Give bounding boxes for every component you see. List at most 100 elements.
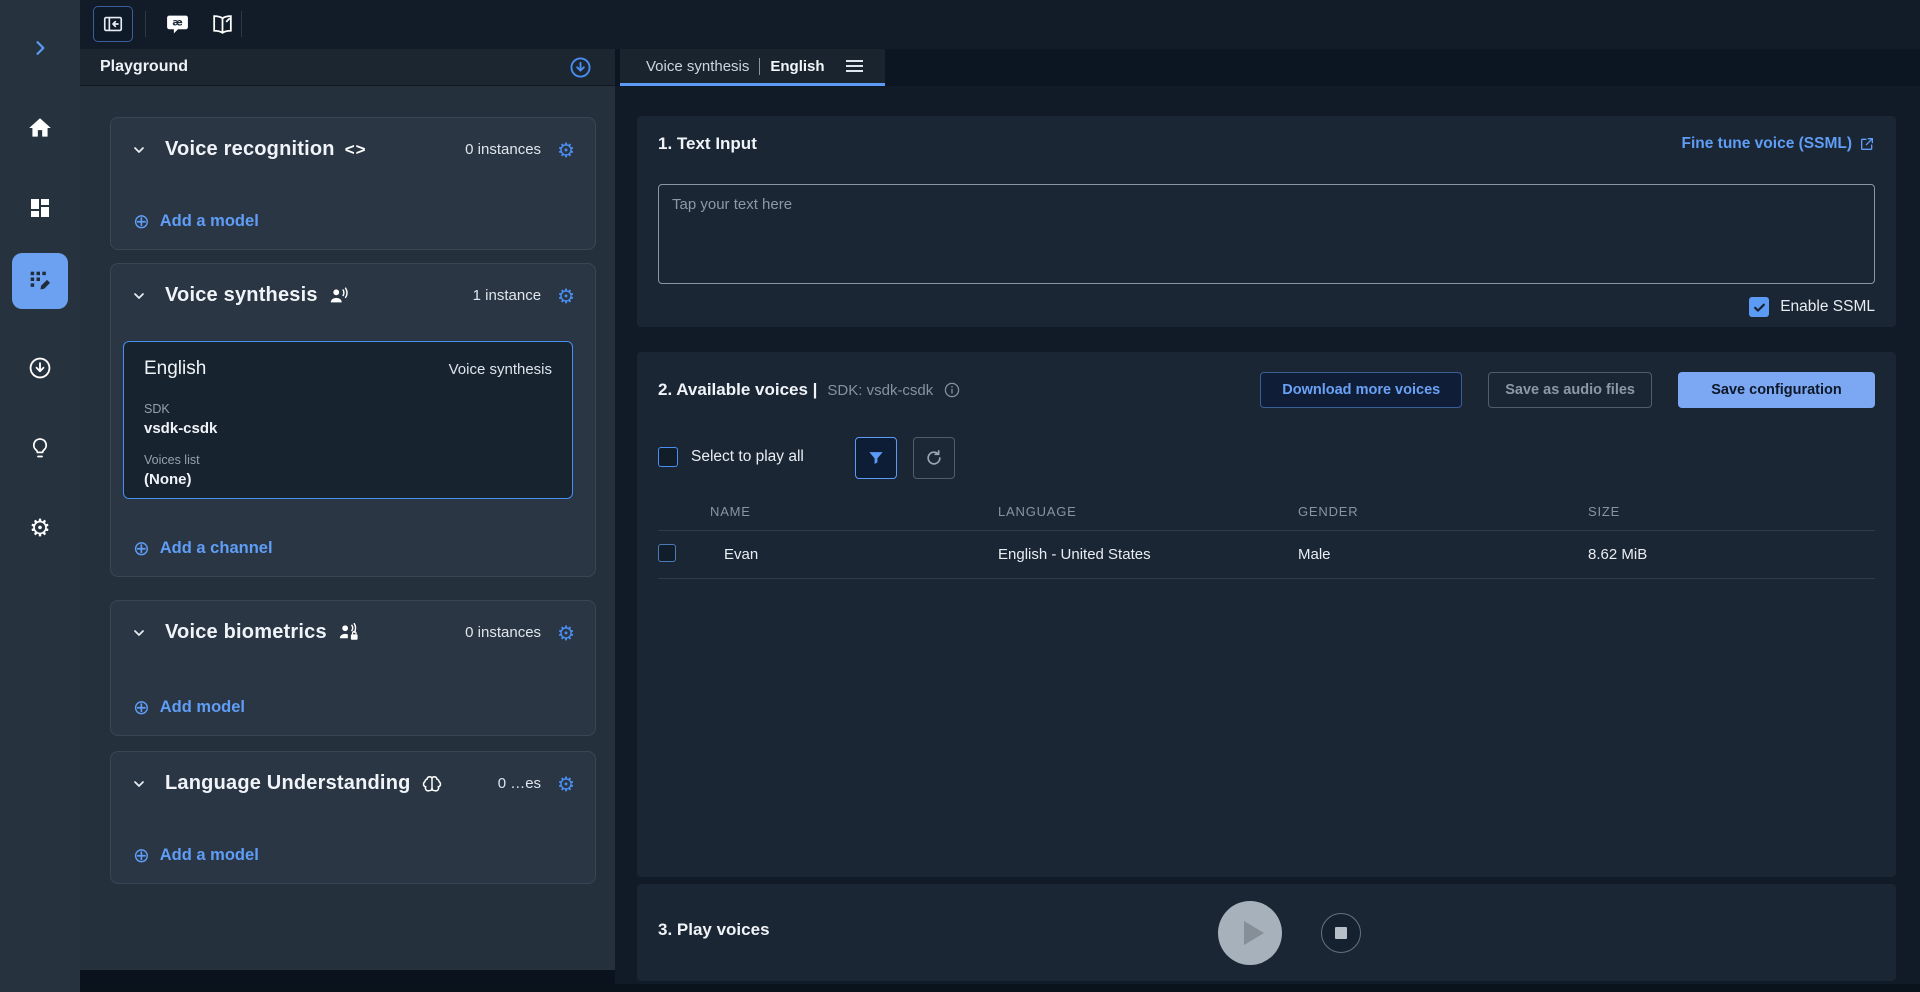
save-configuration-button[interactable]: Save configuration (1678, 372, 1875, 408)
voice-synthesis-icon (328, 285, 350, 307)
download-more-voices-button[interactable]: Download more voices (1260, 372, 1462, 408)
card-header: Voice biometrics 0 instances ⚙ (111, 601, 595, 644)
stop-button[interactable] (1321, 913, 1361, 953)
sdk-info-label: SDK: vsdk-csdk (827, 382, 933, 399)
toolbar-separator (241, 11, 242, 37)
card-voice-recognition: Voice recognition <> 0 instances ⚙ ⊕ Add… (110, 117, 596, 250)
card-voice-biometrics: Voice biometrics 0 instances ⚙ ⊕ Add mod… (110, 600, 596, 736)
tab-voice-synthesis-english[interactable]: Voice synthesis English (620, 49, 885, 86)
toolbar-separator (145, 11, 146, 37)
chevron-down-icon[interactable] (131, 625, 147, 641)
text-input-title: 1. Text Input (658, 134, 757, 154)
column-header-size: SIZE (1588, 504, 1875, 519)
expand-sidebar-button[interactable] (0, 28, 80, 68)
page-bottom-strip (80, 984, 1920, 992)
add-model-link[interactable]: ⊕ Add a model (133, 845, 259, 865)
row-checkbox[interactable] (658, 544, 676, 562)
add-channel-link[interactable]: ⊕ Add a channel (133, 538, 273, 558)
sidebar-item-home[interactable] (0, 108, 80, 148)
chevron-down-icon[interactable] (131, 288, 147, 304)
tab-instance-label: English (770, 58, 824, 75)
add-model-link[interactable]: ⊕ Add model (133, 697, 245, 717)
chevron-right-icon (30, 38, 50, 58)
instance-type: Voice synthesis (449, 361, 552, 378)
gear-icon[interactable]: ⚙ (557, 286, 575, 306)
collapse-panel-button[interactable] (93, 6, 133, 42)
table-row[interactable]: Evan English - United States Male 8.62 M… (658, 531, 1875, 578)
plus-circle-icon: ⊕ (133, 845, 150, 865)
card-title: Voice recognition (165, 138, 335, 161)
import-config-icon[interactable] (568, 55, 593, 80)
card-header: Voice synthesis 1 instance ⚙ (111, 264, 595, 307)
playground-icon (26, 267, 54, 295)
card-voice-synthesis: Voice synthesis 1 instance ⚙ English Voi… (110, 263, 596, 577)
column-header-language: LANGUAGE (998, 504, 1298, 519)
home-icon (27, 115, 53, 141)
info-icon[interactable] (943, 381, 961, 399)
plus-circle-icon: ⊕ (133, 538, 150, 558)
main-content: 1. Text Input Fine tune voice (SSML) Ena… (615, 86, 1920, 992)
lightbulb-icon (28, 436, 52, 460)
instance-count: 1 instance (473, 287, 541, 304)
section-play-voices: 3. Play voices (637, 884, 1896, 981)
collapse-panel-icon (102, 13, 124, 35)
enable-ssml-checkbox[interactable] (1749, 297, 1769, 317)
instance-count: 0 instances (465, 624, 541, 641)
stop-icon (1335, 927, 1347, 939)
svg-text:æ: æ (172, 17, 182, 28)
chevron-down-icon[interactable] (131, 142, 147, 158)
card-title: Voice synthesis (165, 284, 318, 307)
instance-card-english[interactable]: English Voice synthesis SDK vsdk-csdk Vo… (123, 341, 573, 499)
sidebar-item-playground-active[interactable] (12, 253, 68, 309)
text-input-field[interactable] (658, 184, 1875, 284)
voices-list-label: Voices list (144, 453, 552, 467)
sdk-label: SDK (144, 402, 552, 416)
instance-count: 0 instances (465, 141, 541, 158)
instance-name: English (144, 358, 206, 380)
sidebar-item-downloads[interactable] (0, 348, 80, 388)
cell-name: Evan (710, 546, 998, 563)
refresh-button[interactable] (913, 437, 955, 479)
sidebar-item-settings[interactable]: ⚙ (0, 508, 80, 548)
sdk-value: vsdk-csdk (144, 420, 552, 437)
chevron-down-icon[interactable] (131, 776, 147, 792)
phonetics-button[interactable]: æ (159, 6, 195, 42)
documentation-button[interactable] (204, 6, 240, 42)
fine-tune-ssml-link[interactable]: Fine tune voice (SSML) (1681, 135, 1875, 153)
app-root: ⚙ æ Playground Voice recognition (0, 0, 1920, 992)
add-model-link[interactable]: ⊕ Add a model (133, 211, 259, 231)
card-header: Voice recognition <> 0 instances ⚙ (111, 118, 595, 161)
plus-circle-icon: ⊕ (133, 697, 150, 717)
gear-icon[interactable]: ⚙ (557, 623, 575, 643)
filter-icon (866, 448, 886, 468)
code-icon: <> (345, 140, 367, 160)
voices-list-value: (None) (144, 471, 552, 488)
play-button[interactable] (1218, 901, 1282, 965)
cell-language: English - United States (998, 546, 1298, 563)
play-icon (1244, 921, 1264, 945)
voices-table: NAME LANGUAGE GENDER SIZE Evan English -… (658, 492, 1875, 579)
card-title: Voice biometrics (165, 621, 327, 644)
dashboard-icon (28, 196, 52, 220)
gear-icon[interactable]: ⚙ (557, 774, 575, 794)
external-link-icon (1859, 136, 1875, 152)
sidebar-item-tips[interactable] (0, 428, 80, 468)
column-header-name: NAME (710, 504, 998, 519)
gear-icon[interactable]: ⚙ (557, 140, 575, 160)
tab-menu-icon[interactable] (844, 56, 865, 76)
checkmark-icon (1752, 300, 1767, 315)
add-link-label: Add model (160, 698, 245, 717)
save-as-audio-files-button[interactable]: Save as audio files (1488, 372, 1652, 408)
playground-header: Playground (80, 49, 615, 86)
tab-group-label: Voice synthesis (646, 58, 749, 75)
cell-gender: Male (1298, 546, 1588, 563)
instance-count: 0 …es (498, 775, 541, 792)
select-all-checkbox[interactable] (658, 447, 678, 467)
book-icon (210, 12, 235, 37)
phoneme-bubble-icon: æ (165, 12, 190, 37)
play-voices-title: 3. Play voices (658, 920, 770, 940)
available-voices-title: 2. Available voices | (658, 380, 817, 400)
sidebar-item-dashboard[interactable] (0, 188, 80, 228)
filter-button[interactable] (855, 437, 897, 479)
column-header-gender: GENDER (1298, 504, 1588, 519)
